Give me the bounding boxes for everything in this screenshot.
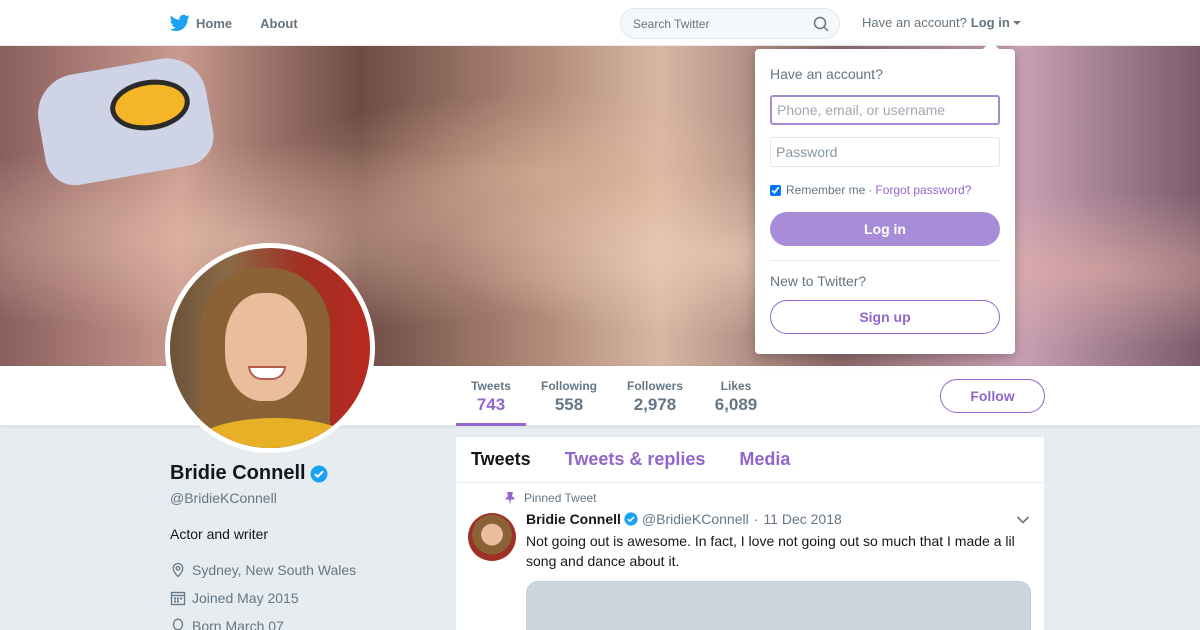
tweet-author-avatar[interactable]	[468, 513, 516, 561]
stat-following-value: 558	[554, 395, 584, 414]
nav-home-label: Home	[196, 15, 233, 31]
login-link-label: Log in	[970, 15, 1010, 30]
profile-joined-text: Joined May 2015	[192, 590, 299, 606]
tweet-text: Not going out is awesome. In fact, I lov…	[526, 533, 1015, 569]
profile-location: Sydney, New South Wales	[170, 562, 430, 578]
profile-joined: Joined May 2015	[170, 590, 430, 606]
verified-badge-icon	[310, 465, 328, 482]
avatar-face	[225, 293, 307, 401]
stat-following[interactable]: Following 558	[534, 366, 604, 426]
tweet-author-name[interactable]: Bridie Connell	[526, 511, 621, 527]
login-dropdown-title: Have an account?	[770, 66, 883, 82]
tab-media[interactable]: Media	[739, 449, 790, 470]
location-pin-icon	[172, 562, 184, 578]
login-button[interactable]: Log in	[770, 212, 1000, 246]
pinned-tweet-text: Pinned Tweet	[524, 491, 597, 505]
stat-likes-value: 6,089	[714, 395, 758, 414]
tweet-date[interactable]: 11 Dec 2018	[763, 511, 841, 527]
pinned-tweet-label: Pinned Tweet	[504, 491, 597, 505]
stat-likes-label: Likes	[720, 379, 752, 393]
nav-links: Home About	[170, 0, 326, 46]
search-box	[620, 8, 840, 39]
profile-avatar[interactable]	[165, 243, 375, 453]
password-field[interactable]	[770, 137, 1000, 167]
profile-handle[interactable]: @BridieKConnell	[170, 490, 430, 506]
tweet-author-handle[interactable]: @BridieKConnell	[642, 511, 749, 527]
avatar-photo	[170, 248, 370, 448]
login-dropdown-toggle[interactable]: Log in	[971, 15, 1021, 30]
tweet-header: Bridie Connell @BridieKConnell · 11 Dec …	[526, 511, 842, 527]
search-input[interactable]	[633, 17, 803, 31]
caret-down-icon	[1012, 20, 1021, 25]
nav-about-link[interactable]: About	[260, 16, 298, 31]
timeline: Tweets Tweets & replies Media Pinned Twe…	[456, 437, 1044, 630]
profile-born: Born March 07	[170, 618, 430, 630]
balloon-icon	[172, 618, 184, 630]
login-dropdown: Have an account? Remember me · Forgot pa…	[755, 41, 1015, 354]
profile-location-text: Sydney, New South Wales	[192, 562, 357, 578]
stat-likes[interactable]: Likes 6,089	[703, 366, 769, 426]
stat-tweets[interactable]: Tweets 743	[456, 366, 526, 426]
profile-info: Bridie Connell @BridieKConnell Actor and…	[170, 462, 430, 630]
stat-followers-label: Followers	[626, 379, 683, 393]
profile-born-text: Born March 07	[192, 618, 284, 630]
stat-tweets-value: 743	[476, 395, 506, 414]
chevron-down-icon[interactable]	[1016, 515, 1030, 525]
stat-followers[interactable]: Followers 2,978	[620, 366, 690, 426]
pin-icon	[505, 492, 515, 505]
forgot-password-link[interactable]: Forgot password?	[875, 183, 971, 197]
dropdown-divider	[770, 260, 1000, 261]
stat-tweets-label: Tweets	[471, 379, 511, 393]
profile-name[interactable]: Bridie Connell	[170, 462, 306, 485]
profile-bio: Actor and writer	[170, 526, 269, 542]
tweet-media[interactable]	[526, 581, 1031, 630]
nav-about-label: About	[260, 15, 298, 31]
remember-row: Remember me · Forgot password?	[770, 183, 971, 197]
have-account-text: Have an account?	[862, 15, 967, 30]
timeline-tabs: Tweets Tweets & replies Media	[456, 437, 1044, 483]
remember-me-checkbox[interactable]	[770, 184, 781, 196]
stat-followers-value: 2,978	[633, 395, 677, 414]
verified-badge-icon	[624, 512, 638, 526]
follow-button[interactable]: Follow	[940, 379, 1045, 413]
twitter-bird-icon	[170, 14, 190, 32]
remember-separator: ·	[868, 183, 873, 197]
signup-button[interactable]: Sign up	[770, 300, 1000, 334]
tweet-separator: ·	[753, 511, 759, 527]
remember-me-label[interactable]: Remember me	[786, 183, 865, 197]
stat-following-label: Following	[541, 379, 597, 393]
new-to-twitter-text: New to Twitter?	[770, 273, 867, 289]
tab-tweets-replies[interactable]: Tweets & replies	[565, 449, 706, 470]
profile-name-row: Bridie Connell	[170, 462, 430, 485]
username-field[interactable]	[770, 95, 1000, 125]
account-area: Have an account? Log in	[862, 15, 1021, 30]
search-icon[interactable]	[813, 16, 829, 32]
nav-home-link[interactable]: Home	[170, 14, 232, 32]
tab-tweets[interactable]: Tweets	[471, 449, 531, 470]
calendar-icon	[170, 591, 186, 606]
top-navigation: Home About Have an account? Log in	[0, 0, 1200, 46]
